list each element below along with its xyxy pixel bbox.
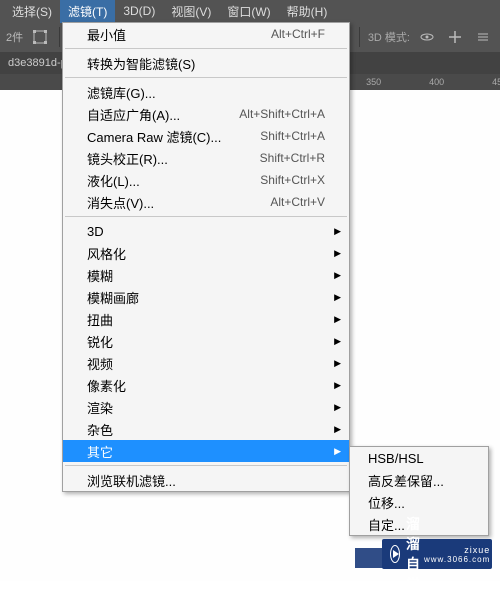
menu-filter[interactable]: 滤镜(T) xyxy=(60,0,115,23)
menu-adaptive-wide-angle[interactable]: 自适应广角(A)... Alt+Shift+Ctrl+A xyxy=(63,103,349,125)
menu-item-label: 3D xyxy=(87,224,104,239)
menu-item-label: 高反差保留... xyxy=(368,471,444,490)
menu-item-label: 自适应广角(A)... xyxy=(87,105,180,124)
menu-lens-correction[interactable]: 镜头校正(R)... Shift+Ctrl+R xyxy=(63,147,349,169)
menu-item-label: 浏览联机滤镜... xyxy=(87,471,176,490)
submenu-arrow-icon: ▶ xyxy=(334,336,341,347)
menu-select[interactable]: 选择(S) xyxy=(4,0,60,23)
submenu-arrow-icon: ▶ xyxy=(334,380,341,391)
submenu-arrow-icon: ▶ xyxy=(334,248,341,259)
menu-view[interactable]: 视图(V) xyxy=(163,0,219,23)
menu-item-shortcut: Alt+Shift+Ctrl+A xyxy=(239,107,325,121)
menu-item-shortcut: Shift+Ctrl+A xyxy=(260,129,325,143)
menu-item-label: 渲染 xyxy=(87,398,113,417)
menu-item-label: 杂色 xyxy=(87,420,113,439)
menu-item-label: 最小值 xyxy=(87,25,126,44)
menu-other-submenu[interactable]: 其它 ▶ xyxy=(63,440,349,462)
menu-convert-smart-filter[interactable]: 转换为智能滤镜(S) xyxy=(63,52,349,74)
filter-menu: 最小值 Alt+Ctrl+F 转换为智能滤镜(S) 滤镜库(G)... 自适应广… xyxy=(62,22,350,492)
menu-separator xyxy=(65,216,347,217)
menu-blur-submenu[interactable]: 模糊 ▶ xyxy=(63,264,349,286)
menu-item-shortcut: Alt+Ctrl+F xyxy=(271,27,325,41)
submenu-offset[interactable]: 位移... xyxy=(350,491,488,513)
menu-3d[interactable]: 3D(D) xyxy=(115,1,163,21)
menu-filter-gallery[interactable]: 滤镜库(G)... xyxy=(63,81,349,103)
submenu-arrow-icon: ▶ xyxy=(334,314,341,325)
watermark-domain: www.3066.com xyxy=(424,555,490,564)
selection-count: 2件 xyxy=(6,29,23,45)
ruler-tick: 350 xyxy=(366,77,381,87)
menu-item-label: 镜头校正(R)... xyxy=(87,149,168,168)
play-icon xyxy=(390,545,400,563)
menu-item-label: 其它 xyxy=(87,442,113,461)
menu-separator xyxy=(65,77,347,78)
menu-stylize-submenu[interactable]: 风格化 ▶ xyxy=(63,242,349,264)
menu-camera-raw[interactable]: Camera Raw 滤镜(C)... Shift+Ctrl+A xyxy=(63,125,349,147)
menu-browse-online-filters[interactable]: 浏览联机滤镜... xyxy=(63,469,349,491)
menu-item-label: 位移... xyxy=(368,493,405,512)
submenu-arrow-icon: ▶ xyxy=(334,270,341,281)
watermark-sub: zixue xyxy=(424,545,490,555)
watermark-brand: 溜溜自学 xyxy=(406,514,420,594)
submenu-arrow-icon: ▶ xyxy=(334,446,341,457)
menu-vanishing-point[interactable]: 消失点(V)... Alt+Ctrl+V xyxy=(63,191,349,213)
submenu-arrow-icon: ▶ xyxy=(334,424,341,435)
submenu-arrow-icon: ▶ xyxy=(334,226,341,237)
watermark-badge: 溜溜自学 zixue www.3066.com xyxy=(382,539,492,569)
ruler-tick: 450 xyxy=(492,77,500,87)
submenu-high-pass[interactable]: 高反差保留... xyxy=(350,469,488,491)
menu-video-submenu[interactable]: 视频 ▶ xyxy=(63,352,349,374)
menu-item-label: 像素化 xyxy=(87,376,126,395)
menu-item-shortcut: Alt+Ctrl+V xyxy=(270,195,325,209)
submenu-hsb-hsl[interactable]: HSB/HSL xyxy=(350,447,488,469)
menu-item-label: 液化(L)... xyxy=(87,171,140,190)
submenu-arrow-icon: ▶ xyxy=(334,358,341,369)
ruler-tick: 400 xyxy=(429,77,444,87)
menu-item-label: 模糊画廊 xyxy=(87,288,139,307)
menu-item-label: HSB/HSL xyxy=(368,451,424,466)
menu-render-submenu[interactable]: 渲染 ▶ xyxy=(63,396,349,418)
separator xyxy=(359,27,360,47)
menu-blur-gallery-submenu[interactable]: 模糊画廊 ▶ xyxy=(63,286,349,308)
separator xyxy=(59,27,60,47)
menu-window[interactable]: 窗口(W) xyxy=(219,0,278,23)
menu-distort-submenu[interactable]: 扭曲 ▶ xyxy=(63,308,349,330)
menu-separator xyxy=(65,465,347,466)
more-icon[interactable] xyxy=(472,26,494,48)
3d-mode-label: 3D 模式: xyxy=(368,29,410,45)
menu-item-label: 转换为智能滤镜(S) xyxy=(87,54,195,73)
menu-last-filter[interactable]: 最小值 Alt+Ctrl+F xyxy=(63,23,349,45)
menu-item-label: 视频 xyxy=(87,354,113,373)
menu-item-shortcut: Shift+Ctrl+X xyxy=(260,173,325,187)
menu-liquify[interactable]: 液化(L)... Shift+Ctrl+X xyxy=(63,169,349,191)
menu-item-shortcut: Shift+Ctrl+R xyxy=(260,151,325,165)
menubar: 选择(S) 滤镜(T) 3D(D) 视图(V) 窗口(W) 帮助(H) xyxy=(0,0,500,22)
menu-item-label: 自定... xyxy=(368,515,405,534)
menu-item-label: 滤镜库(G)... xyxy=(87,83,156,102)
transform-controls-icon[interactable] xyxy=(29,26,51,48)
menu-noise-submenu[interactable]: 杂色 ▶ xyxy=(63,418,349,440)
menu-item-label: 扭曲 xyxy=(87,310,113,329)
submenu-arrow-icon: ▶ xyxy=(334,402,341,413)
orbit-icon[interactable] xyxy=(416,26,438,48)
menu-item-label: 模糊 xyxy=(87,266,113,285)
menu-item-label: 锐化 xyxy=(87,332,113,351)
menu-item-label: 风格化 xyxy=(87,244,126,263)
pan-icon[interactable] xyxy=(444,26,466,48)
menu-item-label: Camera Raw 滤镜(C)... xyxy=(87,127,221,146)
submenu-arrow-icon: ▶ xyxy=(334,292,341,303)
menu-3d-submenu[interactable]: 3D ▶ xyxy=(63,220,349,242)
menu-separator xyxy=(65,48,347,49)
menu-item-label: 消失点(V)... xyxy=(87,193,154,212)
3d-mode-dropdown[interactable]: 3D 模式: xyxy=(368,29,410,45)
menu-help[interactable]: 帮助(H) xyxy=(279,0,336,23)
menu-pixelate-submenu[interactable]: 像素化 ▶ xyxy=(63,374,349,396)
menu-sharpen-submenu[interactable]: 锐化 ▶ xyxy=(63,330,349,352)
